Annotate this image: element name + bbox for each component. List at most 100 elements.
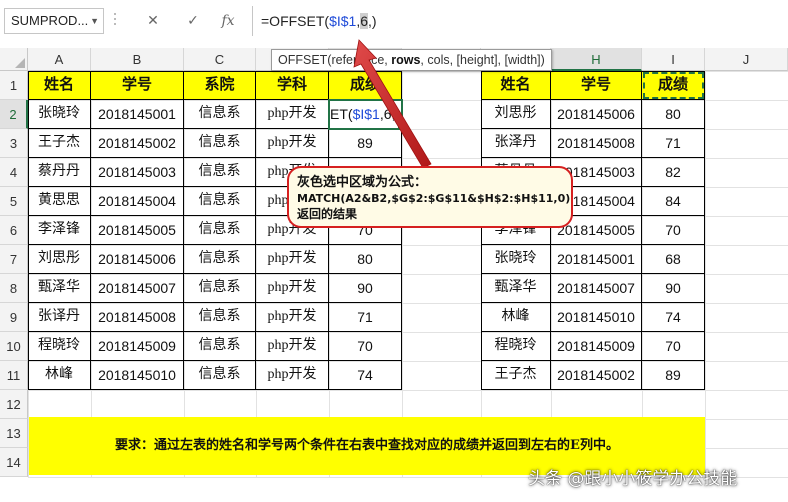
- left-table-cell-subject[interactable]: php开发: [256, 100, 329, 129]
- left-table-cell-name[interactable]: 黄思思: [28, 187, 91, 216]
- left-table-cell-department[interactable]: 信息系: [184, 158, 256, 187]
- right-table-cell-student-id[interactable]: 2018145008: [551, 129, 642, 158]
- left-table-cell-subject[interactable]: php开发: [256, 274, 329, 303]
- left-table-cell-score[interactable]: 80: [329, 245, 402, 274]
- right-table-cell-name[interactable]: 林峰: [481, 303, 551, 332]
- left-table-cell-student-id[interactable]: 2018145004: [91, 187, 184, 216]
- right-table-cell-score[interactable]: 71: [642, 129, 705, 158]
- left-table-cell-name[interactable]: 张晓玲: [28, 100, 91, 129]
- active-cell-e2[interactable]: ET($I$1,6,): [328, 99, 403, 130]
- left-table-cell-name[interactable]: 李泽锋: [28, 216, 91, 245]
- left-table-cell-score[interactable]: 74: [329, 361, 402, 390]
- row-header-8[interactable]: 8: [0, 274, 28, 303]
- left-table-cell-department[interactable]: 信息系: [184, 129, 256, 158]
- left-table-cell-department[interactable]: 信息系: [184, 100, 256, 129]
- active-cell-prefix: ET(: [330, 106, 353, 122]
- left-table-cell-name[interactable]: 林峰: [28, 361, 91, 390]
- left-table-cell-department[interactable]: 信息系: [184, 332, 256, 361]
- tooltip-function[interactable]: OFFSET(reference,: [278, 53, 391, 67]
- left-table-cell-subject[interactable]: php开发: [256, 129, 329, 158]
- left-table-cell-student-id[interactable]: 2018145006: [91, 245, 184, 274]
- tooltip-current-arg[interactable]: rows: [391, 53, 420, 67]
- right-table-cell-score[interactable]: 80: [642, 100, 705, 129]
- left-table-cell-student-id[interactable]: 2018145010: [91, 361, 184, 390]
- left-table-cell-department[interactable]: 信息系: [184, 303, 256, 332]
- left-table-cell-student-id[interactable]: 2018145007: [91, 274, 184, 303]
- right-table-cell-name[interactable]: 张泽丹: [481, 129, 551, 158]
- right-table-cell-score[interactable]: 70: [642, 216, 705, 245]
- left-table-cell-name[interactable]: 程晓玲: [28, 332, 91, 361]
- left-table-cell-department[interactable]: 信息系: [184, 274, 256, 303]
- column-header-c[interactable]: C: [184, 48, 256, 71]
- right-table-cell-name[interactable]: 张晓玲: [481, 245, 551, 274]
- left-table-cell-department[interactable]: 信息系: [184, 361, 256, 390]
- left-table-cell-score[interactable]: 89: [329, 129, 402, 158]
- right-table-cell-name[interactable]: 刘思彤: [481, 100, 551, 129]
- row-header-12[interactable]: 12: [0, 390, 28, 419]
- left-table-cell-student-id[interactable]: 2018145005: [91, 216, 184, 245]
- right-table-cell-name[interactable]: 王子杰: [481, 361, 551, 390]
- left-table-cell-subject[interactable]: php开发: [256, 303, 329, 332]
- right-table-cell-score[interactable]: 74: [642, 303, 705, 332]
- left-table-cell-subject[interactable]: php开发: [256, 361, 329, 390]
- right-table-cell-score[interactable]: 70: [642, 332, 705, 361]
- left-table-cell-name[interactable]: 蔡丹丹: [28, 158, 91, 187]
- left-table-cell-name[interactable]: 张译丹: [28, 303, 91, 332]
- column-header-a[interactable]: A: [28, 48, 91, 71]
- right-table-cell-score[interactable]: 89: [642, 361, 705, 390]
- insert-function-icon[interactable]: fx: [218, 10, 238, 32]
- left-table-cell-name[interactable]: 刘思彤: [28, 245, 91, 274]
- formula-input[interactable]: =OFFSET($I$1,6,): [252, 6, 788, 36]
- right-table-cell-score[interactable]: 68: [642, 245, 705, 274]
- right-table-cell-name[interactable]: 程晓玲: [481, 332, 551, 361]
- close-icon[interactable]: ✕: [143, 10, 163, 32]
- left-table-cell-name[interactable]: 王子杰: [28, 129, 91, 158]
- row-header-6[interactable]: 6: [0, 216, 28, 245]
- left-table-cell-student-id[interactable]: 2018145009: [91, 332, 184, 361]
- right-table-cell-student-id[interactable]: 2018145001: [551, 245, 642, 274]
- left-table-cell-student-id[interactable]: 2018145001: [91, 100, 184, 129]
- right-table-cell-student-id[interactable]: 2018145007: [551, 274, 642, 303]
- column-header-i[interactable]: I: [642, 48, 705, 71]
- right-table-cell-student-id[interactable]: 2018145002: [551, 361, 642, 390]
- left-table-cell-score[interactable]: 71: [329, 303, 402, 332]
- row-header-7[interactable]: 7: [0, 245, 28, 274]
- row-header-13[interactable]: 13: [0, 419, 28, 448]
- left-table-cell-subject[interactable]: php开发: [256, 245, 329, 274]
- right-table-cell-score[interactable]: 90: [642, 274, 705, 303]
- column-header-j[interactable]: J: [705, 48, 788, 71]
- row-header-10[interactable]: 10: [0, 332, 28, 361]
- row-header-11[interactable]: 11: [0, 361, 28, 390]
- left-table-cell-student-id[interactable]: 2018145008: [91, 303, 184, 332]
- row-header-2[interactable]: 2: [0, 100, 28, 129]
- left-table-cell-subject[interactable]: php开发: [256, 332, 329, 361]
- row-header-14[interactable]: 14: [0, 448, 28, 477]
- tooltip-rest-args[interactable]: , cols, [height], [width]): [420, 53, 544, 67]
- right-table-cell-student-id[interactable]: 2018145006: [551, 100, 642, 129]
- chevron-down-icon[interactable]: ▼: [90, 9, 99, 33]
- row-header-1[interactable]: 1: [0, 71, 28, 100]
- row-header-3[interactable]: 3: [0, 129, 28, 158]
- left-table-cell-department[interactable]: 信息系: [184, 245, 256, 274]
- name-box[interactable]: SUMPROD... ▼: [4, 8, 104, 34]
- right-table-cell-score[interactable]: 82: [642, 158, 705, 187]
- left-table-cell-name[interactable]: 甄泽华: [28, 274, 91, 303]
- left-table-cell-student-id[interactable]: 2018145003: [91, 158, 184, 187]
- left-table-cell-department[interactable]: 信息系: [184, 216, 256, 245]
- check-icon[interactable]: ✓: [183, 10, 203, 32]
- left-table-cell-department[interactable]: 信息系: [184, 187, 256, 216]
- column-header-h[interactable]: H: [551, 48, 642, 71]
- right-table-cell-score[interactable]: 84: [642, 187, 705, 216]
- right-table-cell-name[interactable]: 甄泽华: [481, 274, 551, 303]
- right-table-cell-student-id[interactable]: 2018145010: [551, 303, 642, 332]
- right-table-cell-student-id[interactable]: 2018145009: [551, 332, 642, 361]
- row-header-4[interactable]: 4: [0, 158, 28, 187]
- left-table-cell-score[interactable]: 70: [329, 332, 402, 361]
- column-header-b[interactable]: B: [91, 48, 184, 71]
- left-table-cell-student-id[interactable]: 2018145002: [91, 129, 184, 158]
- left-table-cell-score[interactable]: 90: [329, 274, 402, 303]
- fill-handle[interactable]: [397, 124, 401, 128]
- select-all-corner[interactable]: [0, 48, 28, 71]
- row-header-5[interactable]: 5: [0, 187, 28, 216]
- row-header-9[interactable]: 9: [0, 303, 28, 332]
